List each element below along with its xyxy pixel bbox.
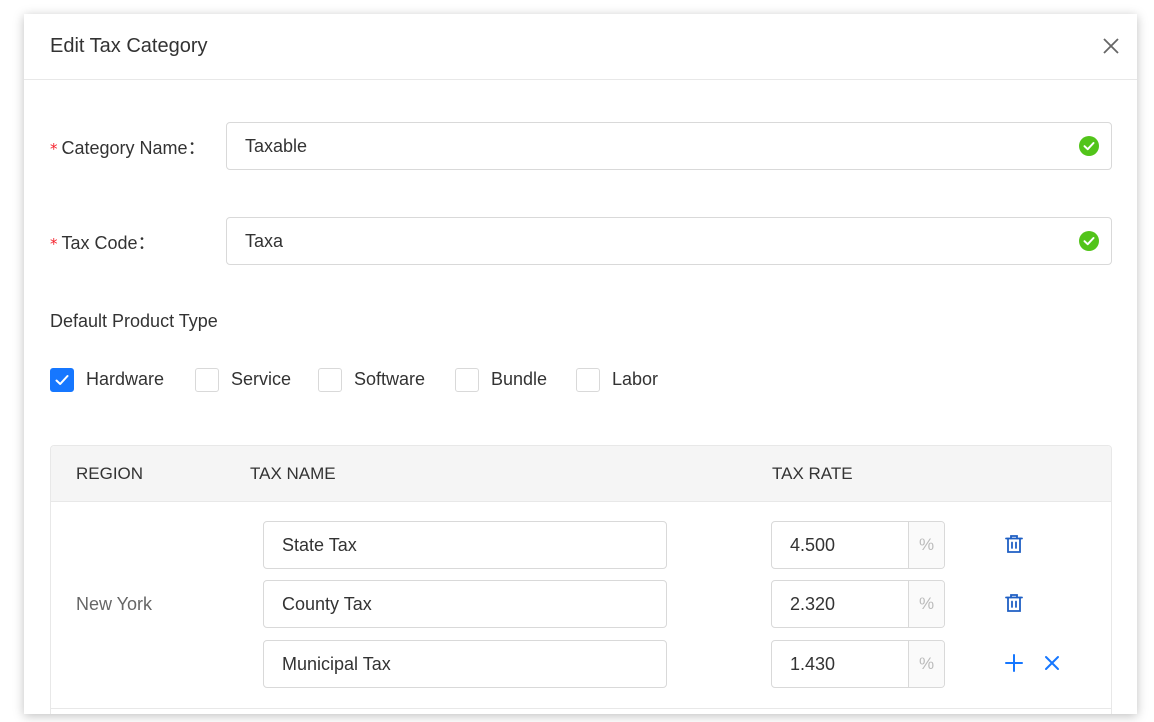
tax-name-field[interactable] bbox=[263, 580, 667, 628]
tax-name-input[interactable] bbox=[264, 522, 654, 568]
delete-icon[interactable] bbox=[1003, 533, 1025, 555]
column-header-tax-rate: TAX RATE bbox=[772, 464, 853, 483]
percent-suffix: % bbox=[908, 522, 944, 568]
checkbox-label: Labor bbox=[612, 369, 659, 389]
category-name-input[interactable] bbox=[227, 123, 1047, 169]
tax-rate-input[interactable] bbox=[772, 641, 908, 687]
table-row: % bbox=[51, 580, 1111, 628]
tax-code-input[interactable] bbox=[227, 218, 1047, 264]
checkbox-box[interactable] bbox=[318, 368, 342, 392]
check-circle-icon bbox=[1079, 136, 1099, 156]
close-icon[interactable] bbox=[1101, 36, 1121, 56]
modal-title: Edit Tax Category bbox=[50, 35, 208, 57]
column-header-tax-name: TAX NAME bbox=[250, 464, 336, 483]
tax-rate-input[interactable] bbox=[772, 522, 908, 568]
tax-name-field[interactable] bbox=[263, 521, 667, 569]
required-mark: * bbox=[50, 235, 58, 253]
percent-suffix: % bbox=[908, 581, 944, 627]
default-product-type-label: Default Product Type bbox=[50, 311, 218, 331]
check-circle-icon bbox=[1079, 231, 1099, 251]
column-header-region: REGION bbox=[76, 464, 144, 483]
checkbox-box[interactable] bbox=[195, 368, 219, 392]
checkbox-box[interactable] bbox=[576, 368, 600, 392]
checkbox-label: Software bbox=[354, 369, 426, 389]
tax-rate-field[interactable]: % bbox=[771, 640, 945, 688]
modal-header: Edit Tax Category bbox=[24, 14, 1137, 80]
tax-code-label: * Tax Code： bbox=[50, 233, 156, 253]
tax-name-input[interactable] bbox=[264, 641, 654, 687]
tax-rate-field[interactable]: % bbox=[771, 521, 945, 569]
checkbox-label: Bundle bbox=[491, 369, 548, 389]
table-row: % bbox=[51, 521, 1111, 569]
category-name-row: * Category Name： bbox=[50, 122, 1112, 170]
checkbox-box-checked[interactable] bbox=[50, 368, 74, 392]
tax-rate-field[interactable]: % bbox=[771, 580, 945, 628]
plus-icon[interactable] bbox=[1003, 652, 1025, 674]
tax-name-input[interactable] bbox=[264, 581, 654, 627]
edit-tax-category-modal: Edit Tax Category *Category Name： *Tax C… bbox=[24, 14, 1137, 714]
table-row: % bbox=[51, 640, 1111, 688]
table-header: REGION TAX NAME TAX RATE bbox=[51, 446, 1111, 502]
close-icon[interactable] bbox=[1041, 652, 1063, 674]
tax-rate-input[interactable] bbox=[772, 581, 908, 627]
checkbox-label: Hardware bbox=[86, 369, 165, 389]
row-divider bbox=[51, 708, 1111, 709]
tax-rates-table: REGION TAX NAME TAX RATE New York % bbox=[50, 445, 1112, 714]
delete-icon[interactable] bbox=[1003, 592, 1025, 614]
checkbox-box[interactable] bbox=[455, 368, 479, 392]
tax-code-field[interactable] bbox=[226, 217, 1112, 265]
category-name-label: * Category Name： bbox=[50, 138, 206, 158]
category-name-field[interactable] bbox=[226, 122, 1112, 170]
percent-suffix: % bbox=[908, 641, 944, 687]
checkmark-icon bbox=[55, 375, 69, 385]
tax-code-row: * Tax Code： bbox=[50, 217, 1112, 265]
checkbox-label: Service bbox=[231, 369, 292, 389]
tax-name-field[interactable] bbox=[263, 640, 667, 688]
required-mark: * bbox=[50, 140, 58, 158]
